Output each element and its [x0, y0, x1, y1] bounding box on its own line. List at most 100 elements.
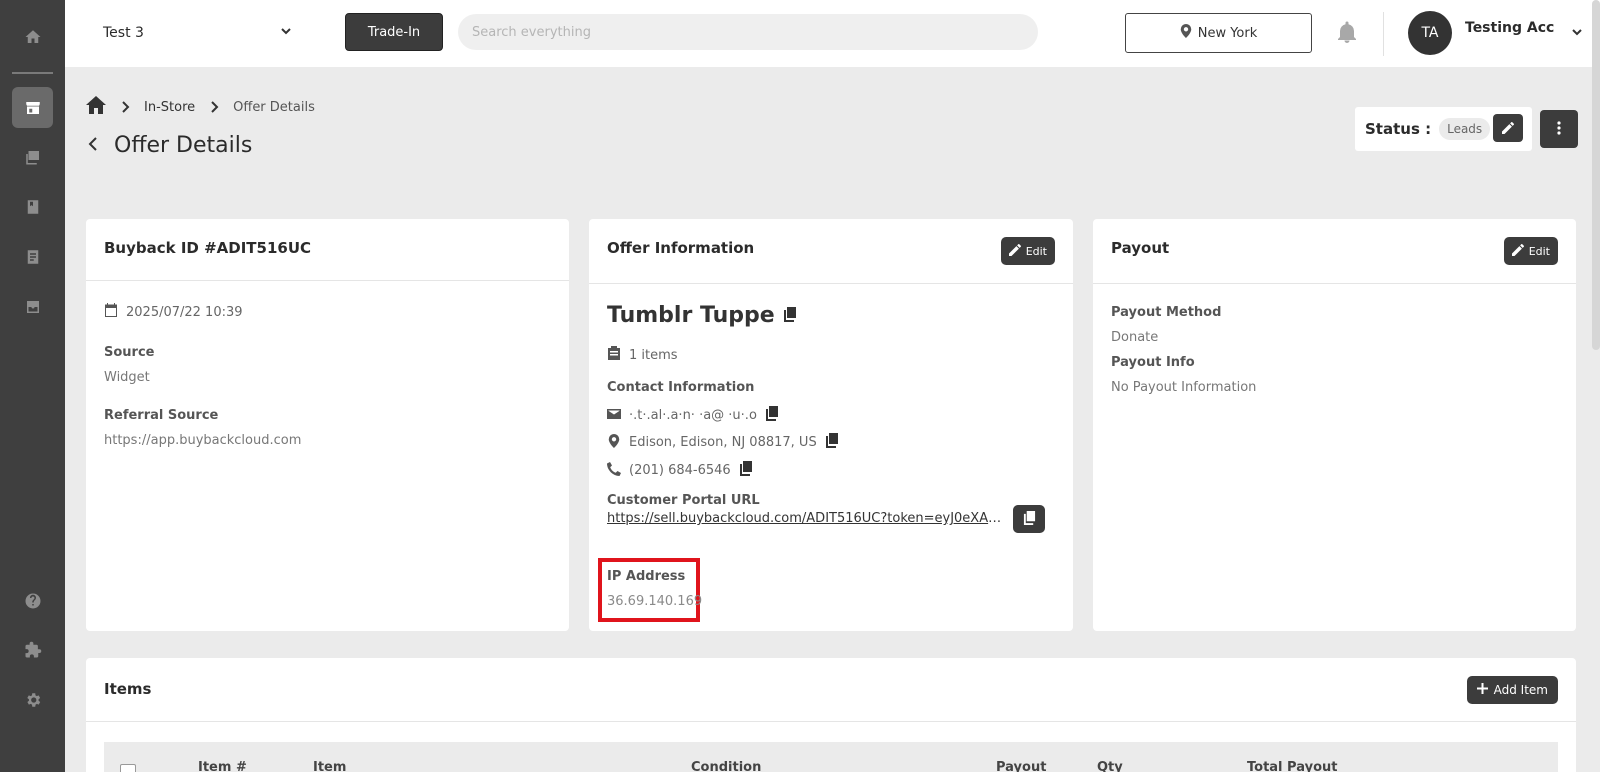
buyback-id-title: Buyback ID #ADIT516UC	[104, 239, 312, 257]
devices-nav-icon[interactable]	[12, 136, 53, 177]
customer-portal-url-label: Customer Portal URL	[607, 493, 760, 508]
phone-icon	[607, 461, 621, 480]
pencil-icon	[1511, 243, 1524, 259]
more-options-button[interactable]	[1540, 110, 1578, 148]
calendar-icon	[104, 303, 118, 321]
store-select-value: Test 3	[103, 25, 144, 41]
edit-status-button[interactable]	[1493, 114, 1523, 142]
topbar-divider	[1383, 12, 1384, 56]
back-chevron-icon[interactable]	[88, 136, 98, 155]
bell-icon[interactable]	[1337, 21, 1359, 43]
archive-nav-icon[interactable]	[12, 286, 53, 327]
avatar[interactable]: TA	[1408, 11, 1452, 55]
payout-info-label: Payout Info	[1111, 355, 1195, 370]
payout-method-label: Payout Method	[1111, 305, 1222, 320]
orders-nav-icon[interactable]	[12, 236, 53, 277]
email-icon	[607, 407, 621, 425]
location-label: New York	[1197, 25, 1258, 41]
trade-in-button[interactable]: Trade-In	[345, 13, 443, 51]
edit-offer-button[interactable]: Edit	[1000, 237, 1055, 265]
select-all-checkbox[interactable]	[120, 764, 136, 772]
payout-card-header: Payout Edit	[1093, 219, 1576, 284]
copy-icon	[1023, 510, 1036, 529]
customer-name-row: Tumblr Tuppe	[607, 303, 797, 328]
payout-card: Payout Edit Payout Method Donate Payout …	[1093, 219, 1576, 631]
offer-information-title: Offer Information	[607, 239, 755, 257]
clipboard-icon	[607, 346, 621, 364]
customer-portal-url-link[interactable]: https://sell.buybackcloud.com/ADIT516UC?…	[607, 511, 1002, 526]
copy-phone-icon[interactable]	[739, 461, 753, 480]
column-header-item-number[interactable]: Item #	[198, 760, 247, 772]
pencil-icon	[1502, 119, 1515, 138]
page-header: Offer Details	[88, 133, 252, 158]
items-title: Items	[104, 680, 152, 698]
phone-row: (201) 684-6546	[607, 461, 753, 480]
chevron-right-icon	[106, 101, 144, 113]
buyback-card-header: Buyback ID #ADIT516UC	[86, 219, 569, 281]
location-pin-icon	[1180, 24, 1192, 42]
offer-card-header: Offer Information Edit	[589, 219, 1073, 284]
payout-title: Payout	[1111, 239, 1170, 257]
ip-address-label: IP Address	[607, 569, 686, 584]
help-icon[interactable]	[12, 580, 53, 621]
settings-gear-icon[interactable]	[12, 679, 53, 720]
more-vertical-icon	[1557, 120, 1561, 139]
column-header-payout[interactable]: Payout	[996, 760, 1046, 772]
items-table-header: Item # Item Condition Payout Qty Total P…	[104, 742, 1558, 772]
inventory-nav-icon[interactable]	[12, 186, 53, 227]
store-nav-icon[interactable]	[12, 87, 53, 128]
sidebar-divider	[12, 72, 53, 74]
customer-name: Tumblr Tuppe	[607, 303, 775, 328]
items-card: Items Add Item Item # Item Condition Pay…	[86, 658, 1576, 772]
topbar: Test 3 Trade-In New York TA Testing Acc	[65, 0, 1600, 67]
items-count: 1 items	[629, 347, 678, 363]
referral-source-label: Referral Source	[104, 408, 219, 423]
column-header-qty[interactable]: Qty	[1097, 760, 1123, 772]
breadcrumb-current: Offer Details	[233, 99, 315, 115]
location-button[interactable]: New York	[1125, 13, 1312, 53]
add-item-label: Add Item	[1493, 683, 1548, 697]
edit-payout-button[interactable]: Edit	[1503, 237, 1558, 265]
payout-method-value: Donate	[1111, 330, 1159, 345]
address-row: Edison, Edison, NJ 08817, US	[607, 433, 839, 452]
copy-email-icon[interactable]	[765, 406, 779, 425]
column-header-total-payout[interactable]: Total Payout	[1247, 760, 1337, 772]
items-count-row: 1 items	[607, 346, 678, 364]
customer-email: ·.t·.al·.a·n· ·a@ ·u·.o	[629, 408, 757, 423]
status-label: Status :	[1365, 120, 1432, 138]
sidebar	[0, 0, 65, 772]
plus-icon	[1476, 683, 1488, 697]
created-date-row: 2025/07/22 10:39	[104, 303, 243, 321]
pencil-icon	[1008, 243, 1021, 259]
copy-address-icon[interactable]	[825, 433, 839, 452]
add-item-button[interactable]: Add Item	[1466, 676, 1558, 704]
scrollbar[interactable]	[1592, 0, 1600, 350]
chevron-down-icon	[279, 24, 293, 42]
copy-portal-url-button[interactable]	[1013, 505, 1045, 533]
chevron-right-icon	[195, 101, 233, 113]
column-header-item[interactable]: Item	[313, 760, 346, 772]
items-card-header: Items Add Item	[86, 658, 1576, 722]
search-input[interactable]	[458, 14, 1038, 50]
created-date: 2025/07/22 10:39	[126, 304, 243, 320]
extension-icon[interactable]	[12, 629, 53, 670]
user-name[interactable]: Testing Acc	[1465, 20, 1554, 36]
home-nav-icon[interactable]	[12, 16, 53, 57]
referral-source-value: https://app.buybackcloud.com	[104, 433, 302, 448]
customer-address: Edison, Edison, NJ 08817, US	[629, 435, 817, 450]
buyback-card: Buyback ID #ADIT516UC 2025/07/22 10:39 S…	[86, 219, 569, 631]
source-value: Widget	[104, 370, 150, 385]
edit-offer-label: Edit	[1025, 244, 1047, 258]
contact-information-label: Contact Information	[607, 380, 755, 395]
column-header-condition[interactable]: Condition	[691, 760, 761, 772]
email-row: ·.t·.al·.a·n· ·a@ ·u·.o	[607, 406, 779, 425]
offer-information-card: Offer Information Edit Tumblr Tuppe 1 it…	[589, 219, 1073, 631]
home-icon[interactable]	[86, 96, 106, 118]
user-menu-chevron-icon[interactable]	[1570, 24, 1584, 38]
source-label: Source	[104, 345, 155, 360]
copy-icon[interactable]	[783, 303, 797, 328]
store-select[interactable]: Test 3	[103, 22, 293, 44]
location-pin-icon	[607, 433, 621, 452]
breadcrumb: In-Store Offer Details	[86, 96, 315, 118]
breadcrumb-in-store[interactable]: In-Store	[144, 100, 195, 115]
